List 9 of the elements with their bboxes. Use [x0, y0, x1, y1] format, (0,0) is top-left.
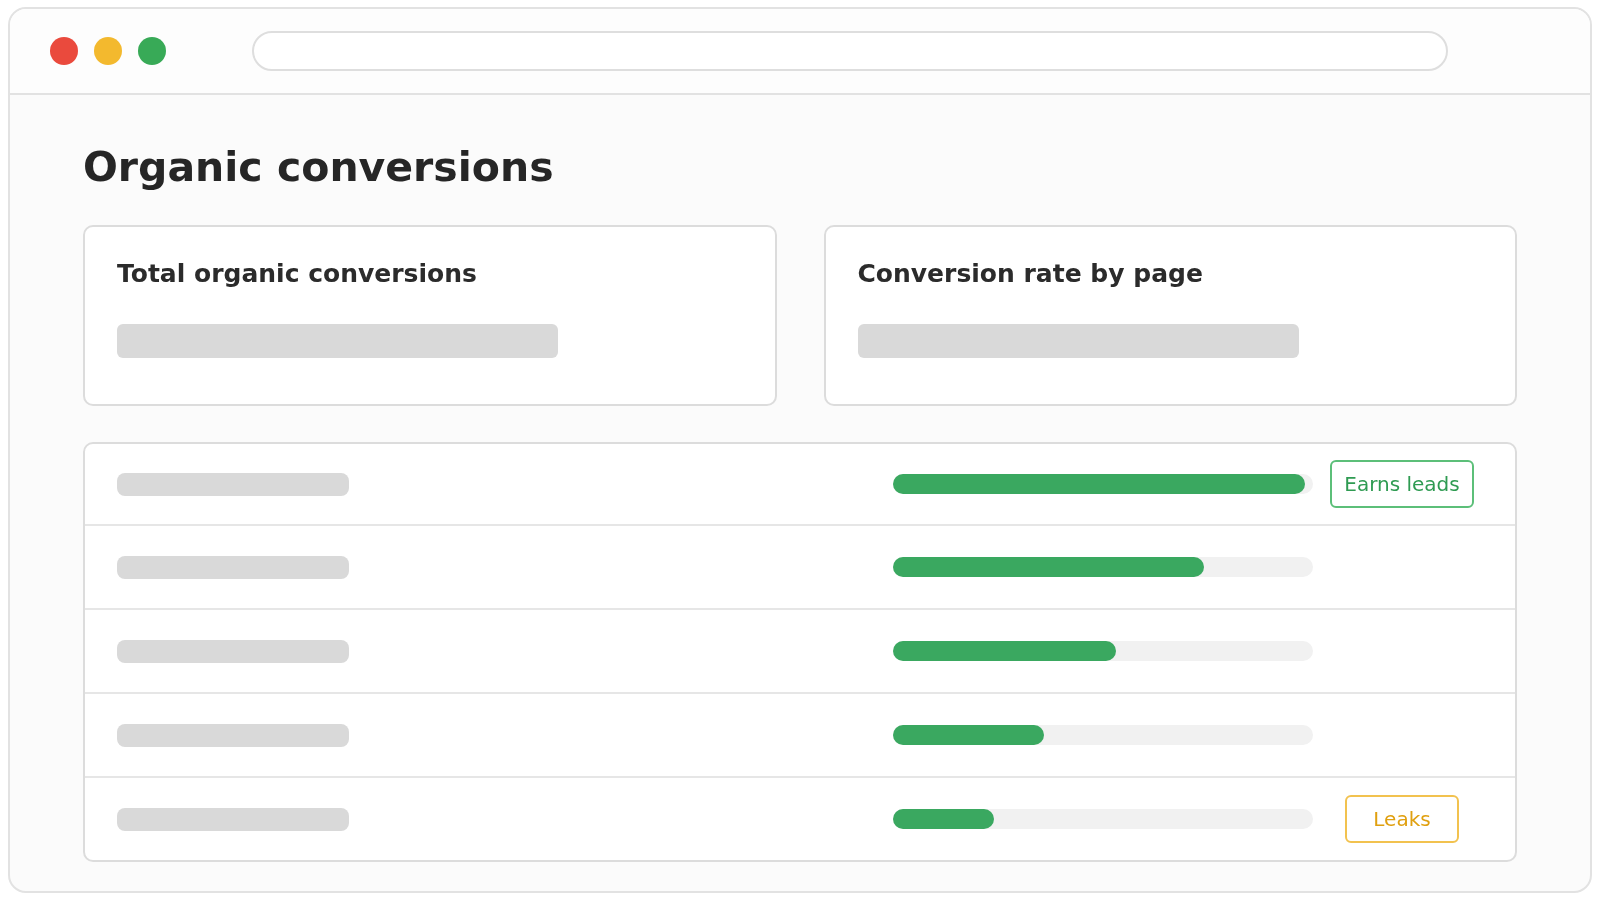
maximize-icon[interactable] [138, 37, 166, 65]
card-title: Conversion rate by page [857, 259, 1204, 288]
status-badge: Earns leads [1330, 460, 1474, 508]
minimize-icon[interactable] [94, 37, 122, 65]
card-title: Total organic conversions [117, 259, 478, 288]
page-title: Organic conversions [83, 142, 555, 193]
close-icon[interactable] [50, 37, 78, 65]
address-field[interactable] [252, 31, 1448, 71]
status-badge: Leaks [1345, 795, 1459, 843]
